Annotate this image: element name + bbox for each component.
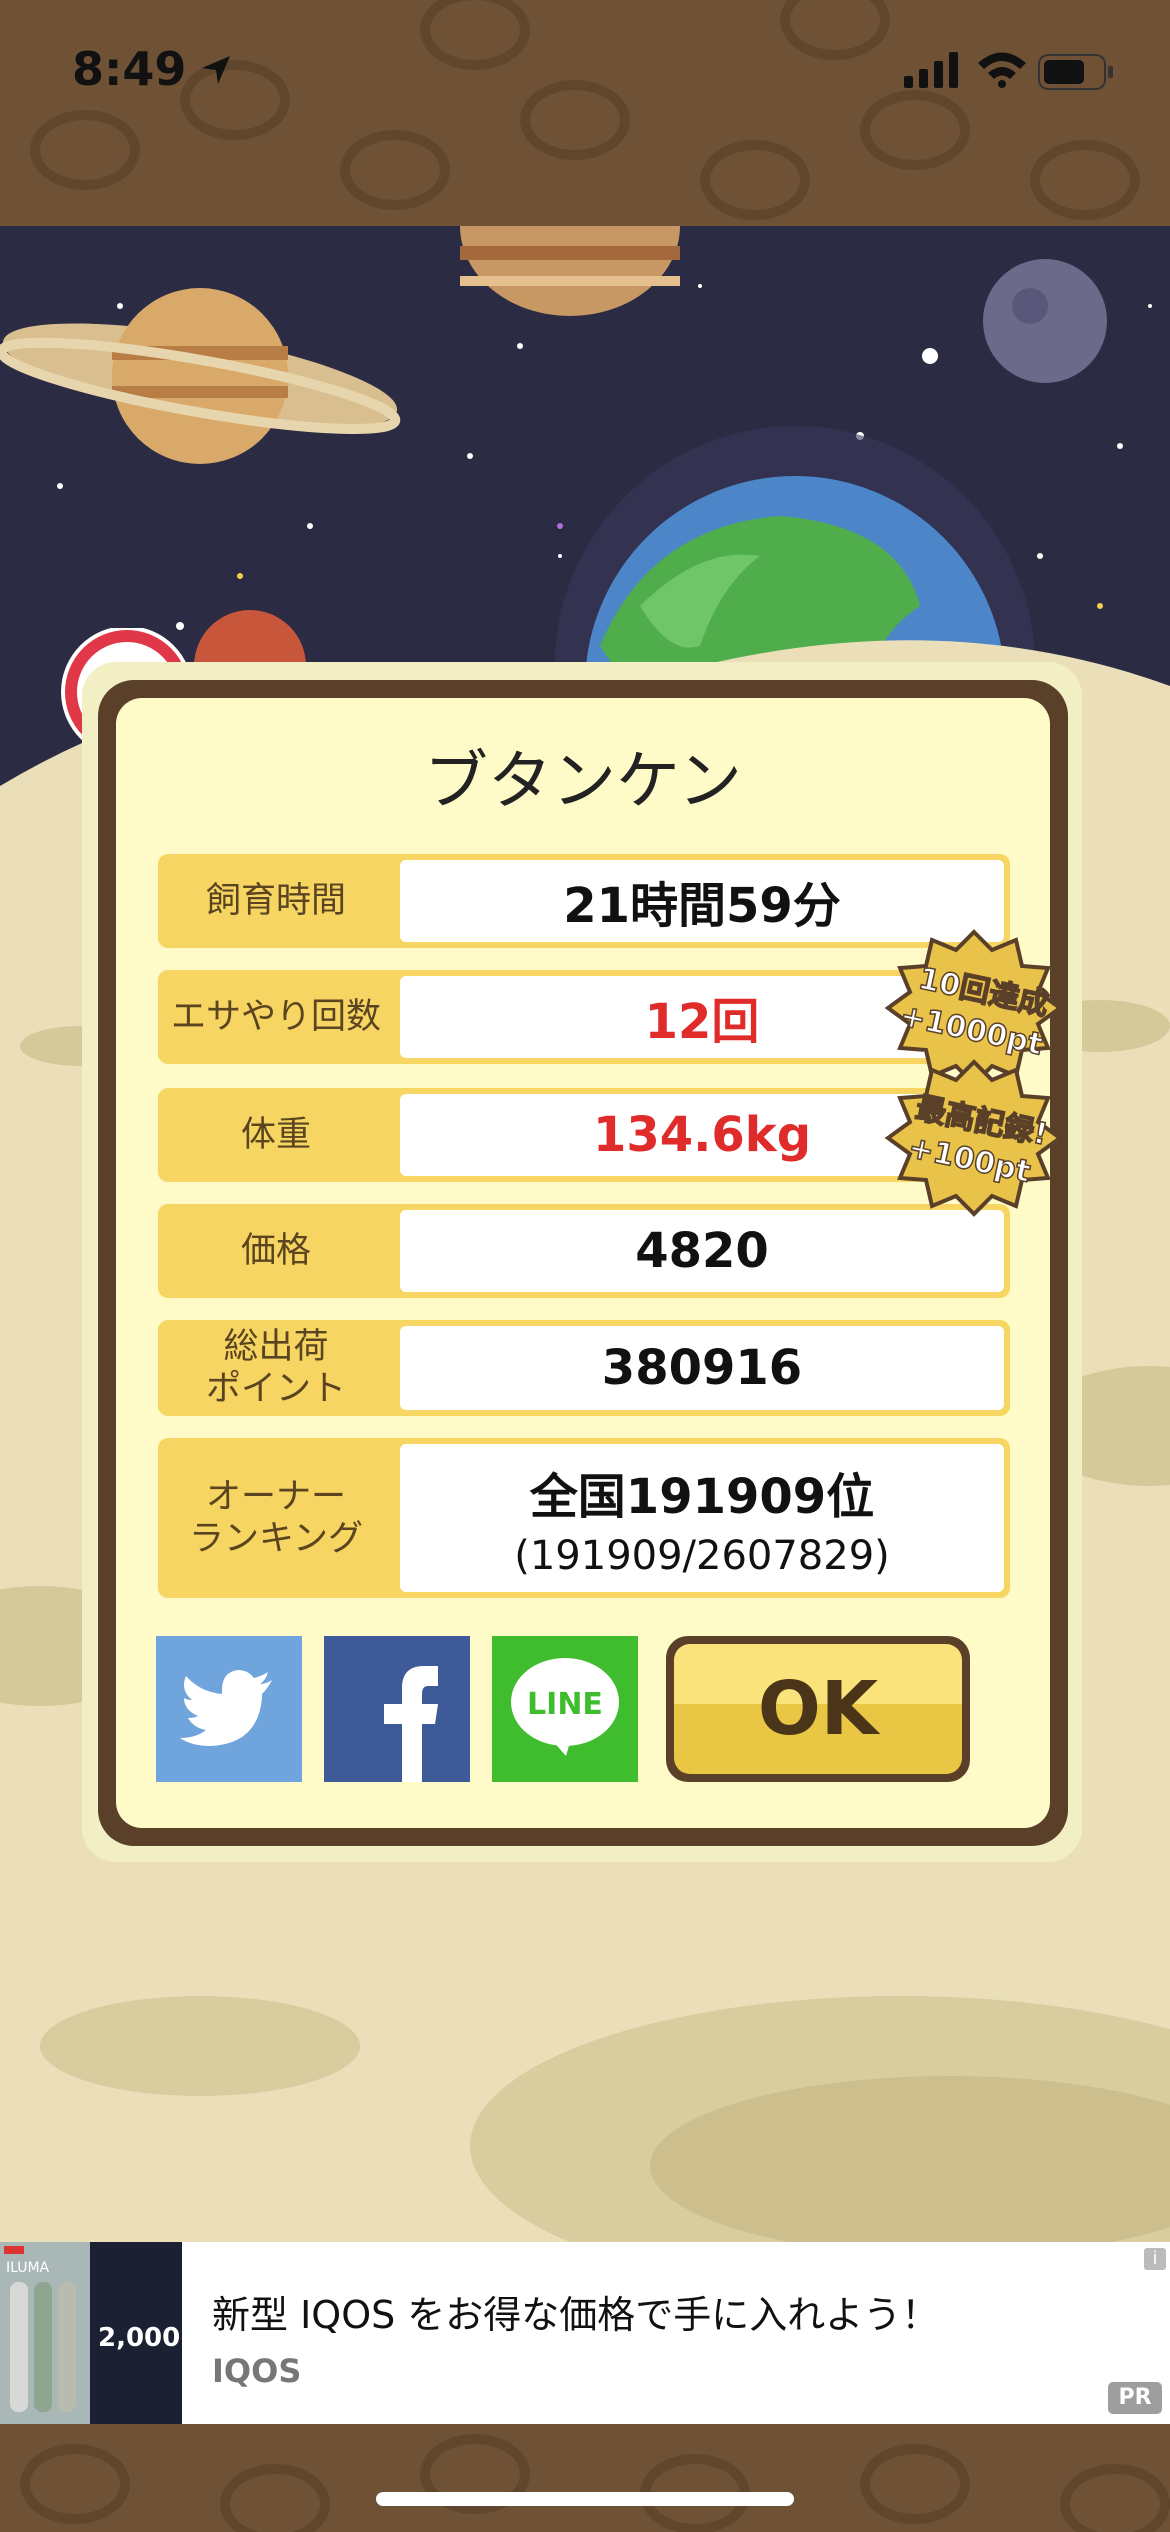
ad-title[interactable]: 新型 IQOS をお得な価格で手に入れよう！	[212, 2284, 939, 2339]
ok-button-label: OK	[674, 1644, 962, 1774]
stat-row-shipping-points: 総出荷 ポイント 380916	[158, 1320, 1010, 1416]
stat-value: 380916	[400, 1326, 1004, 1410]
ranking-value: 全国191909位	[529, 1469, 875, 1525]
ad-image-price: 2,000	[98, 2323, 180, 2353]
stat-value: 4820	[400, 1210, 1004, 1292]
ad-pr-badge: PR	[1108, 2382, 1162, 2414]
stat-row-feed-count: エサやり回数 12回	[158, 970, 1010, 1064]
ad-advertiser[interactable]: IQOS	[212, 2352, 301, 2390]
stat-row-weight: 体重 134.6kg	[158, 1088, 1010, 1182]
facebook-share-button[interactable]	[324, 1636, 470, 1782]
stat-row-owner-ranking: オーナー ランキング 全国191909位 (191909/2607829)	[158, 1438, 1010, 1598]
ad-info-icon[interactable]: i	[1144, 2248, 1166, 2270]
record-badge: 最高記録! +100pt	[884, 1059, 1064, 1217]
stat-row-price: 価格 4820	[158, 1204, 1010, 1298]
ad-product-image: ILUMA 2,000	[0, 2242, 182, 2424]
status-time: 8:49	[72, 42, 187, 96]
stat-row-care-time: 飼育時間 21時間59分	[158, 854, 1010, 948]
pet-name: ブタンケン	[423, 745, 743, 819]
ad-banner[interactable]: ILUMA 2,000 新型 IQOS をお得な価格で手に入れよう！ IQOS …	[0, 2242, 1170, 2424]
stat-label: 価格	[240, 1231, 311, 1271]
stat-label: 飼育時間	[205, 881, 346, 921]
line-label: LINE	[527, 1687, 603, 1722]
home-indicator[interactable]	[376, 2492, 794, 2506]
battery-icon	[1038, 54, 1113, 90]
stat-label: 総出荷 ポイント	[205, 1327, 346, 1409]
twitter-share-button[interactable]	[156, 1636, 302, 1782]
wifi-icon	[978, 52, 1026, 88]
ad-image-brand: ILUMA	[6, 2260, 50, 2276]
stat-label: エサやり回数	[170, 997, 381, 1037]
line-share-button[interactable]: LINE	[492, 1636, 638, 1782]
bottom-pattern-bar	[0, 2424, 1170, 2532]
stat-label: オーナー ランキング	[189, 1477, 363, 1559]
location-arrow-icon	[202, 56, 230, 84]
ad-image[interactable]: ILUMA 2,000	[0, 2242, 182, 2424]
ranking-detail: (191909/2607829)	[514, 1533, 890, 1579]
status-bar: 8:49	[0, 0, 1170, 226]
stat-value: 全国191909位 (191909/2607829)	[400, 1444, 1004, 1592]
ok-button[interactable]: OK	[666, 1636, 970, 1782]
stat-label: 体重	[240, 1115, 311, 1155]
cellular-signal-icon	[904, 52, 958, 88]
